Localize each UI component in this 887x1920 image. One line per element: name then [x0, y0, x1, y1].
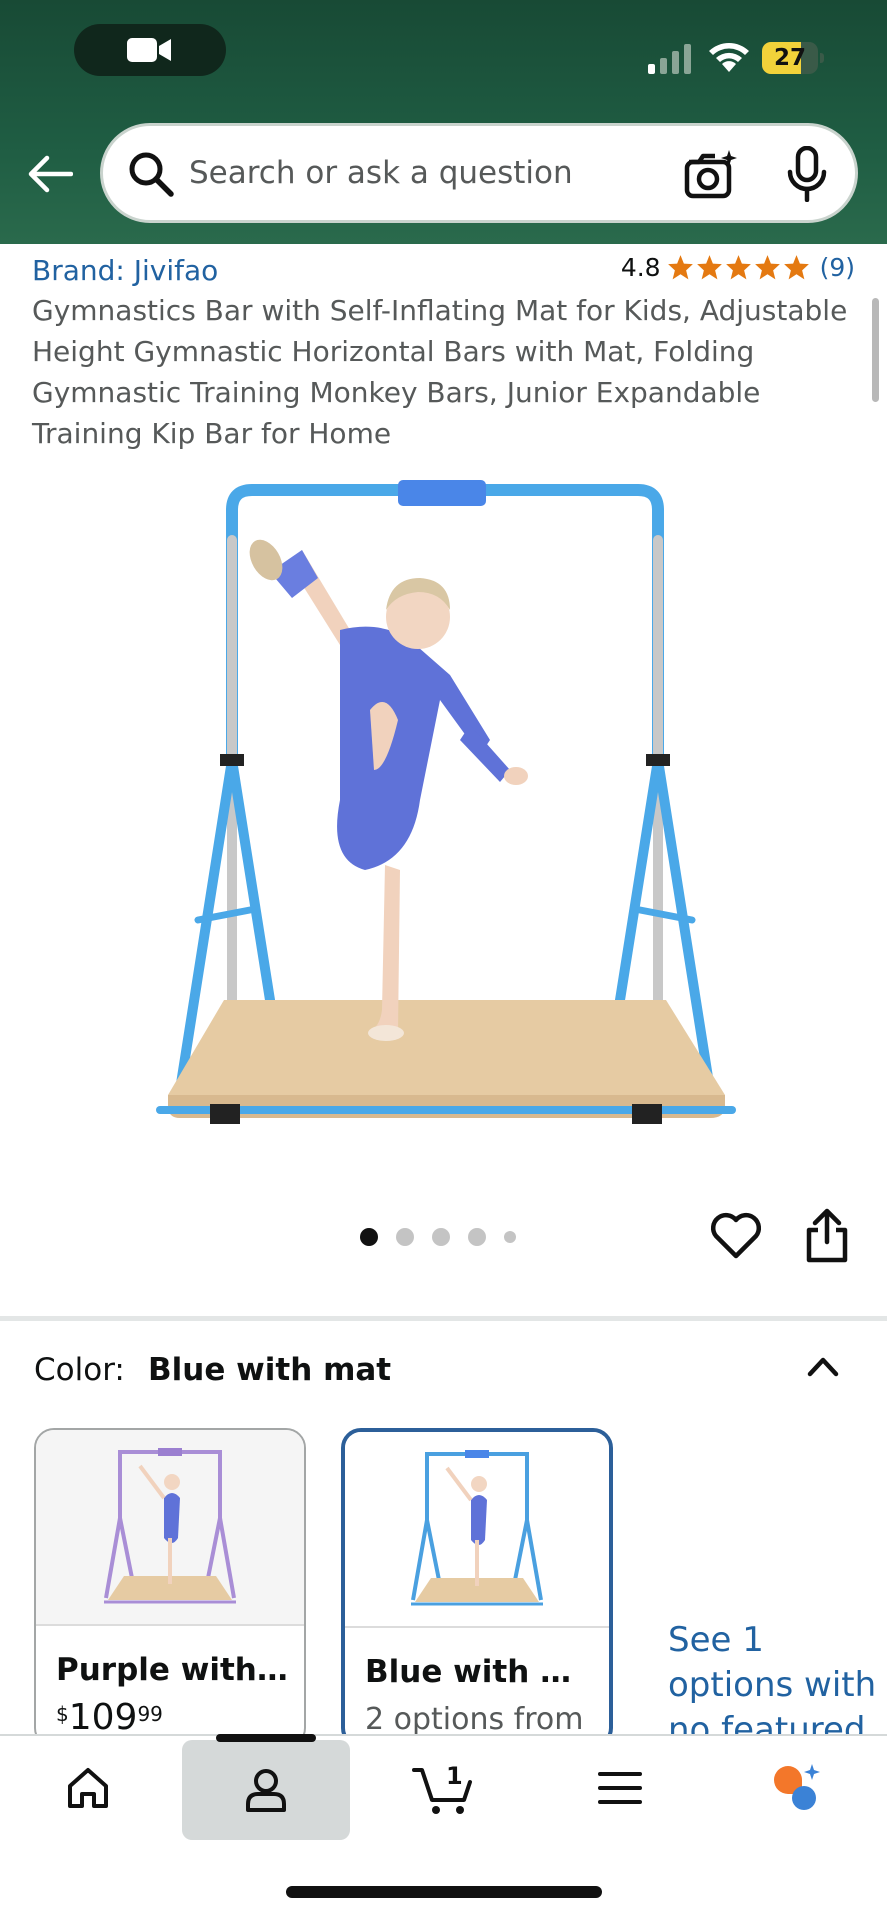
price-symbol: $	[56, 1702, 69, 1726]
scrollbar[interactable]	[872, 298, 879, 402]
section-divider	[0, 1316, 887, 1321]
see-more-options-link[interactable]: See 1 options with no featured	[668, 1618, 883, 1738]
app-header: 27	[0, 0, 887, 244]
search-bar[interactable]	[100, 123, 858, 223]
microphone-icon[interactable]	[787, 146, 827, 202]
star-icon	[725, 255, 751, 280]
menu-icon	[598, 1772, 642, 1804]
swatch-image	[36, 1430, 304, 1626]
battery-indicator: 27	[762, 42, 824, 74]
product-title: Gymnastics Bar with Self-Inflating Mat f…	[32, 294, 848, 450]
cellular-signal-icon	[648, 44, 691, 74]
carousel-dot[interactable]	[360, 1228, 378, 1246]
carousel-dot[interactable]	[396, 1228, 414, 1246]
image-carousel-dots[interactable]	[360, 1228, 534, 1246]
brand-link[interactable]: Brand: Jivifao	[32, 254, 218, 287]
selected-color: Blue with mat	[148, 1352, 392, 1388]
star-icon	[783, 255, 809, 280]
rating-stars	[667, 254, 812, 281]
tab-rufus[interactable]	[752, 1738, 840, 1838]
swatch-price: $ 109 99	[56, 1698, 163, 1738]
color-swatch-purple[interactable]: Purple with ... $ 109 99	[34, 1428, 306, 1748]
swatch-name: Blue with mat	[365, 1654, 600, 1690]
carousel-dot[interactable]	[468, 1228, 486, 1246]
wifi-icon	[709, 43, 749, 72]
rating-count[interactable]: (9)	[820, 253, 855, 282]
carousel-dot[interactable]	[504, 1231, 516, 1243]
star-icon	[696, 255, 722, 280]
carousel-dot[interactable]	[432, 1228, 450, 1246]
camera-lens-icon[interactable]	[683, 148, 737, 200]
star-icon	[667, 255, 693, 280]
video-camera-icon	[127, 38, 171, 62]
color-swatch-blue[interactable]: Blue with mat 2 options from	[341, 1428, 613, 1748]
home-icon	[68, 1768, 108, 1808]
tab-account[interactable]	[182, 1740, 350, 1840]
swatch-thumbnail	[411, 1450, 543, 1606]
tab-menu[interactable]	[576, 1738, 664, 1838]
share-icon[interactable]	[804, 1208, 850, 1264]
product-image[interactable]	[150, 470, 740, 1140]
back-button[interactable]	[24, 148, 76, 200]
price-whole: 109	[68, 1697, 138, 1738]
home-indicator[interactable]	[286, 1886, 602, 1898]
active-tab-indicator	[216, 1734, 316, 1742]
rufus-icon	[774, 1764, 820, 1810]
wishlist-heart-icon[interactable]	[710, 1210, 762, 1262]
back-arrow-icon	[28, 155, 73, 193]
swatch-image	[345, 1432, 609, 1628]
swatch-thumbnail	[104, 1448, 236, 1604]
star-icon	[754, 255, 780, 280]
search-input[interactable]	[189, 126, 659, 220]
cart-icon: 1	[412, 1762, 472, 1814]
rating-value: 4.8	[620, 253, 661, 282]
price-fraction: 99	[137, 1702, 163, 1726]
swatch-name: Purple with ...	[56, 1652, 291, 1688]
chevron-up-icon[interactable]	[802, 1346, 844, 1388]
search-icon	[129, 152, 174, 197]
tab-cart[interactable]: 1	[400, 1738, 488, 1838]
rating-summary[interactable]: 4.8 (9)	[621, 253, 855, 282]
swatch-options-text: 2 options from	[365, 1702, 584, 1737]
color-label: Color:	[34, 1352, 125, 1388]
status-bar: 27	[0, 0, 887, 110]
facetime-pill[interactable]	[74, 24, 226, 76]
tab-home[interactable]	[44, 1738, 132, 1838]
account-icon	[246, 1769, 286, 1812]
battery-level: 27	[773, 45, 806, 71]
cart-count: 1	[446, 1762, 463, 1790]
